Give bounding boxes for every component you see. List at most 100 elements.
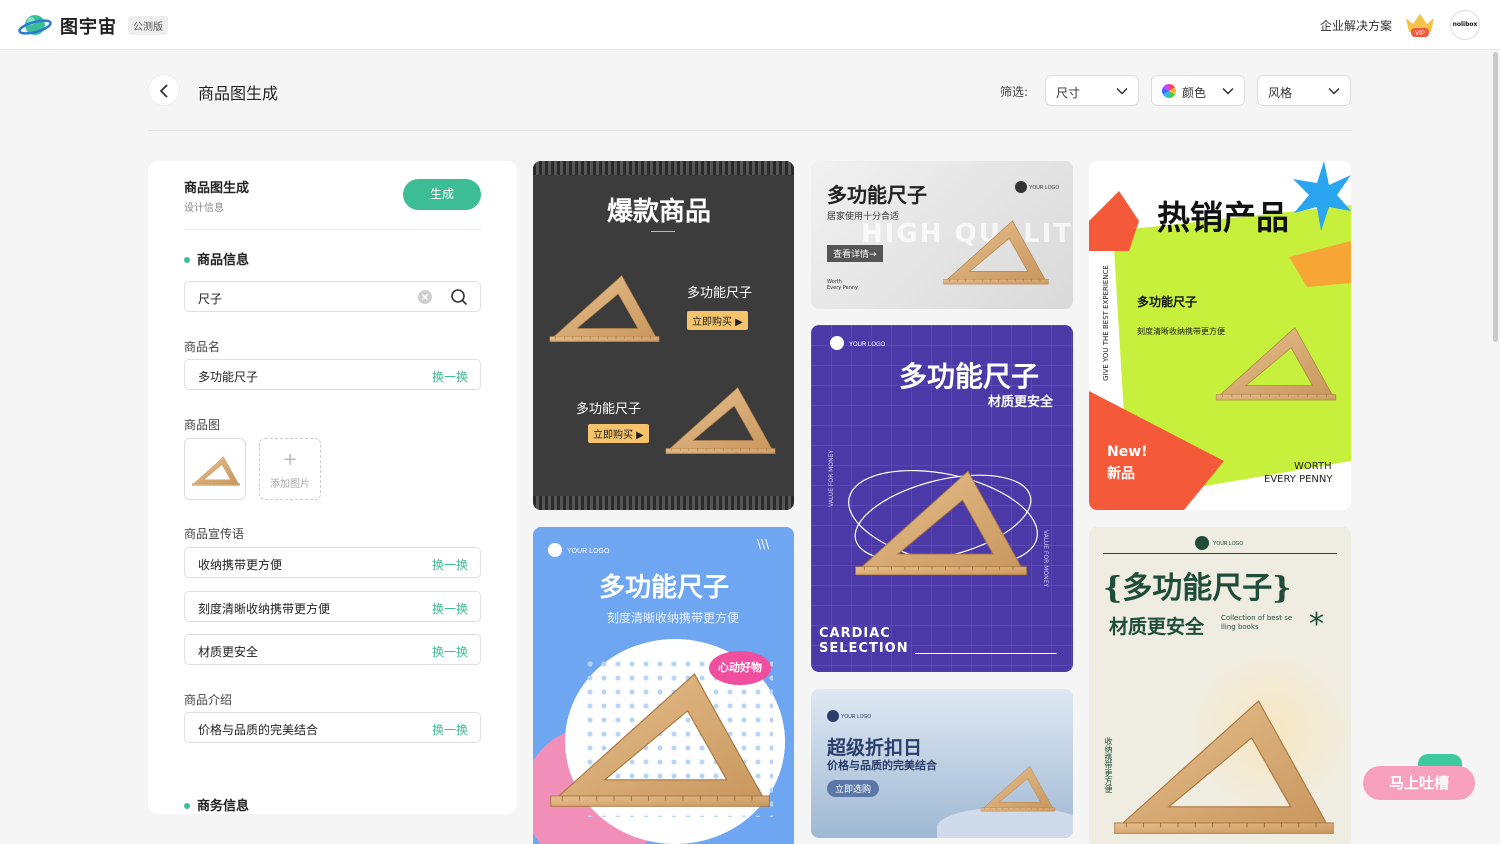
user-avatar[interactable]: nolibox	[1450, 10, 1480, 40]
chevron-down-icon	[1328, 87, 1340, 95]
footer-text: Every Penny	[827, 285, 859, 291]
logo-mark-icon: YOUR LOGO	[1195, 536, 1243, 550]
ruler-image	[663, 373, 778, 463]
buy-now-button: 立即购买 ▶	[687, 311, 748, 330]
add-image-label: 添加图片	[270, 479, 310, 490]
card-title: 爆款商品	[607, 197, 712, 227]
logo-mark-icon: YOUR LOGO	[1015, 181, 1059, 193]
chevron-left-icon	[159, 84, 168, 98]
shop-now-button: 立即选购	[827, 780, 880, 797]
page-scrollbar[interactable]	[1493, 52, 1498, 342]
size-filter-select[interactable]: 尺寸	[1045, 75, 1139, 106]
english-text: lling books	[1221, 623, 1259, 631]
ruler-strip	[533, 161, 794, 175]
product-name-field[interactable]: 多功能尺子 换一换	[184, 359, 481, 390]
card-subtitle: 价格与品质的完美结合	[827, 759, 937, 772]
heart-badge: 心动好物	[709, 651, 771, 685]
title-underline	[651, 231, 675, 232]
slash-decoration: \\\	[757, 537, 770, 551]
ruler-image	[851, 453, 1031, 585]
top-bar: 图宇宙 公测版 企业解决方案 VIP nolibox	[0, 0, 1500, 50]
buy-now-button: 立即购买 ▶	[588, 424, 649, 443]
back-button[interactable]	[148, 74, 180, 106]
ruler-strip	[533, 496, 794, 510]
card-title: 超级折扣日	[827, 737, 923, 759]
template-card-4[interactable]: YOUR LOGO 多功能尺子 材质更安全 VALUE FOR MONEY VA…	[811, 325, 1073, 672]
top-rule	[1103, 553, 1337, 554]
swap-button[interactable]: 换一换	[432, 368, 468, 385]
card-title: 多功能尺子	[827, 183, 927, 207]
ruler-image	[547, 261, 662, 351]
panel-divider	[184, 229, 481, 230]
section-dot	[184, 256, 190, 263]
view-details-button: 查看详情→	[827, 245, 883, 262]
swap-button[interactable]: 换一换	[432, 643, 468, 660]
swap-button[interactable]: 换一换	[432, 721, 468, 738]
section-dot	[184, 802, 190, 809]
vertical-text: VALUE FOR MONEY	[828, 449, 836, 508]
slogan-value: 收纳携带更方便	[198, 558, 283, 572]
template-card-7[interactable]: YOUR LOGO {多功能尺子} 材质更安全 Collection of be…	[1089, 527, 1351, 844]
card-subtitle: 多功能尺子	[687, 286, 753, 301]
clear-icon[interactable]	[417, 289, 433, 305]
template-card-1[interactable]: 爆款商品 多功能尺子 立即购买 ▶ 多功能尺子 立即购买 ▶	[533, 161, 794, 510]
vip-crown-icon[interactable]: VIP	[1404, 12, 1436, 38]
ruler-image	[979, 759, 1057, 815]
enterprise-link[interactable]: 企业解决方案	[1320, 17, 1392, 34]
card-subtitle: 刻度清晰收纳携带更方便	[607, 611, 740, 625]
card-subtitle: 材质更安全	[1109, 616, 1205, 638]
style-filter-select[interactable]: 风格	[1257, 75, 1351, 106]
slogan-value: 材质更安全	[198, 645, 259, 659]
app-name[interactable]: 图宇宙	[60, 13, 117, 39]
template-card-3[interactable]: 多功能尺子 居家使用十分合适 YOUR LOGO HIGH QUALITY 查看…	[811, 161, 1073, 309]
asterisk-decoration: *	[1309, 607, 1324, 642]
svg-text:YOUR LOGO: YOUR LOGO	[849, 342, 886, 348]
panel-title: 商品图生成	[184, 181, 250, 196]
vertical-text: GIVE YOU THE BEST EXPERIENCE	[1101, 265, 1110, 381]
ruler-image	[191, 450, 241, 490]
template-card-6[interactable]: 热销产品 GIVE YOU THE BEST EXPERIENCE 多功能尺子 …	[1089, 161, 1351, 510]
template-card-5[interactable]: YOUR LOGO 超级折扣日 价格与品质的完美结合 立即选购	[811, 689, 1073, 838]
logo-mark-icon: YOUR LOGO	[827, 710, 871, 722]
design-info-panel: 商品图生成 设计信息 生成 商品信息 尺子 商品名 多功能尺子 换一换 商品图 …	[148, 161, 517, 814]
card-subtitle: 多功能尺子	[576, 402, 642, 417]
swap-button[interactable]: 换一换	[432, 556, 468, 573]
footer-text: EVERY PENNY	[1264, 474, 1333, 485]
svg-text:YOUR LOGO: YOUR LOGO	[567, 548, 610, 555]
business-info-section: 商务信息	[184, 795, 249, 814]
footer-text: SELECTION	[819, 641, 909, 656]
product-name-label: 商品名	[184, 340, 221, 354]
add-image-button[interactable]: + 添加图片	[259, 438, 321, 500]
intro-field[interactable]: 价格与品质的完美结合 换一换	[184, 712, 481, 743]
generate-button[interactable]: 生成	[403, 179, 481, 210]
card-description: 刻度清晰收纳携带更方便	[1137, 327, 1225, 336]
color-filter-label: 颜色	[1182, 86, 1207, 100]
chevron-down-icon	[1222, 87, 1234, 95]
card-subtitle: 多功能尺子	[1137, 295, 1198, 309]
slogan-field[interactable]: 材质更安全 换一换	[184, 634, 481, 665]
swap-button[interactable]: 换一换	[432, 600, 468, 617]
english-text: Collection of best se	[1221, 614, 1293, 622]
size-filter-label: 尺寸	[1056, 86, 1081, 100]
planet-logo-icon[interactable]	[18, 10, 52, 40]
feedback-button[interactable]: 马上吐槽	[1363, 766, 1475, 800]
product-image-thumbnail[interactable]	[184, 438, 246, 500]
product-name-value: 多功能尺子	[198, 370, 259, 384]
card-title: 多功能尺子	[899, 360, 1040, 393]
color-wheel-icon	[1162, 84, 1176, 98]
card-title: 热销产品	[1157, 198, 1289, 237]
color-filter-select[interactable]: 颜色	[1151, 75, 1245, 106]
search-icon[interactable]	[450, 288, 468, 306]
slogan-field[interactable]: 刻度清晰收纳携带更方便 换一换	[184, 591, 481, 622]
product-search-input[interactable]: 尺子	[184, 281, 481, 312]
header-divider	[148, 130, 1352, 131]
plus-icon: +	[282, 449, 298, 470]
svg-text:YOUR LOGO: YOUR LOGO	[1213, 541, 1243, 547]
product-info-section: 商品信息	[184, 249, 249, 268]
slogan-field[interactable]: 收纳携带更方便 换一换	[184, 547, 481, 578]
product-image-label: 商品图	[184, 418, 221, 432]
template-card-2[interactable]: YOUR LOGO \\\ 多功能尺子 刻度清晰收纳携带更方便 心动好物	[533, 527, 794, 844]
chevron-down-icon	[1116, 87, 1128, 95]
slogan-value: 刻度清晰收纳携带更方便	[198, 602, 331, 616]
card-title: 多功能尺子	[599, 573, 730, 603]
